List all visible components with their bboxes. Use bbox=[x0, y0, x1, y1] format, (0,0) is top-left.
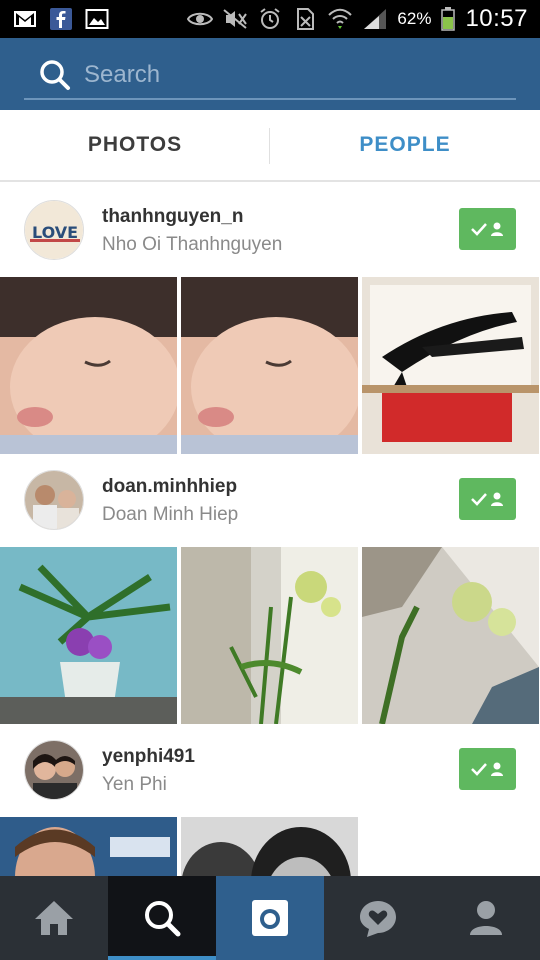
avatar[interactable] bbox=[24, 470, 84, 530]
avatar[interactable]: LOVE bbox=[24, 200, 84, 260]
battery-percent: 62% bbox=[397, 9, 432, 28]
user-result: doan.minhhiep Doan Minh Hiep bbox=[0, 454, 540, 724]
full-name: Nho Oi Thanhnguyen bbox=[102, 234, 283, 255]
username[interactable]: yenphi491 bbox=[102, 746, 195, 768]
gallery-icon bbox=[84, 7, 110, 31]
tab-divider bbox=[269, 128, 270, 164]
no-sim-icon bbox=[292, 7, 318, 31]
clock: 10:57 bbox=[465, 5, 528, 32]
nav-profile[interactable] bbox=[432, 876, 540, 960]
photo-thumbnail[interactable] bbox=[362, 277, 539, 454]
activity-icon bbox=[360, 901, 396, 937]
following-check-icon bbox=[470, 762, 503, 776]
search-field[interactable] bbox=[24, 52, 516, 100]
user-row[interactable]: doan.minhhiep Doan Minh Hiep bbox=[0, 454, 540, 547]
mute-icon bbox=[222, 7, 248, 31]
photo-thumbnail[interactable] bbox=[181, 817, 358, 876]
user-row[interactable]: LOVE thanhnguyen_n Nho Oi Thanhnguyen bbox=[0, 184, 540, 277]
nav-search[interactable] bbox=[108, 876, 216, 960]
following-button[interactable] bbox=[459, 748, 516, 790]
photo-thumbnail[interactable] bbox=[362, 547, 539, 724]
avatar[interactable] bbox=[24, 740, 84, 800]
gmail-icon bbox=[12, 7, 38, 31]
username[interactable]: doan.minhhiep bbox=[102, 476, 237, 498]
photo-thumbnail[interactable] bbox=[0, 277, 177, 454]
bottom-navigation bbox=[0, 876, 540, 960]
search-header bbox=[0, 38, 540, 110]
following-check-icon bbox=[470, 222, 503, 236]
tab-people[interactable]: PEOPLE bbox=[270, 110, 540, 180]
search-tabs: PHOTOS PEOPLE bbox=[0, 110, 540, 182]
signal-icon bbox=[362, 7, 388, 31]
photo-strip bbox=[0, 547, 540, 724]
search-icon bbox=[145, 901, 181, 937]
facebook-icon bbox=[48, 7, 74, 31]
photo-thumbnail[interactable] bbox=[0, 817, 177, 876]
search-icon bbox=[40, 60, 70, 90]
user-result: yenphi491 Yen Phi bbox=[0, 724, 540, 876]
nav-home[interactable] bbox=[0, 876, 108, 960]
status-bar: 62% 10:57 bbox=[0, 0, 540, 38]
eye-icon bbox=[187, 7, 214, 31]
photo-strip bbox=[0, 817, 540, 876]
following-button[interactable] bbox=[459, 478, 516, 520]
user-row[interactable]: yenphi491 Yen Phi bbox=[0, 724, 540, 817]
home-icon bbox=[35, 901, 73, 935]
camera-icon bbox=[252, 900, 288, 936]
user-result: LOVE thanhnguyen_n Nho Oi Thanhnguyen bbox=[0, 184, 540, 454]
full-name: Yen Phi bbox=[102, 774, 167, 795]
following-check-icon bbox=[470, 492, 503, 506]
status-left-icons bbox=[12, 7, 110, 31]
nav-camera[interactable] bbox=[216, 876, 324, 960]
alarm-icon bbox=[257, 7, 283, 31]
photo-strip bbox=[0, 277, 540, 454]
profile-icon bbox=[470, 901, 502, 935]
wifi-icon bbox=[327, 7, 353, 31]
tab-photos[interactable]: PHOTOS bbox=[0, 110, 270, 180]
screen: 62% 10:57 PHOTOS PEOPLE bbox=[0, 0, 540, 960]
full-name: Doan Minh Hiep bbox=[102, 504, 239, 525]
status-right-icons: 62% 10:57 bbox=[187, 5, 528, 33]
nav-activity[interactable] bbox=[324, 876, 432, 960]
search-input[interactable] bbox=[84, 61, 464, 89]
people-results[interactable]: LOVE thanhnguyen_n Nho Oi Thanhnguyen do… bbox=[0, 184, 540, 876]
photo-thumbnail[interactable] bbox=[181, 547, 358, 724]
following-button[interactable] bbox=[459, 208, 516, 250]
photo-thumbnail[interactable] bbox=[0, 547, 177, 724]
username[interactable]: thanhnguyen_n bbox=[102, 206, 243, 228]
photo-thumbnail[interactable] bbox=[181, 277, 358, 454]
battery-icon bbox=[440, 7, 456, 31]
